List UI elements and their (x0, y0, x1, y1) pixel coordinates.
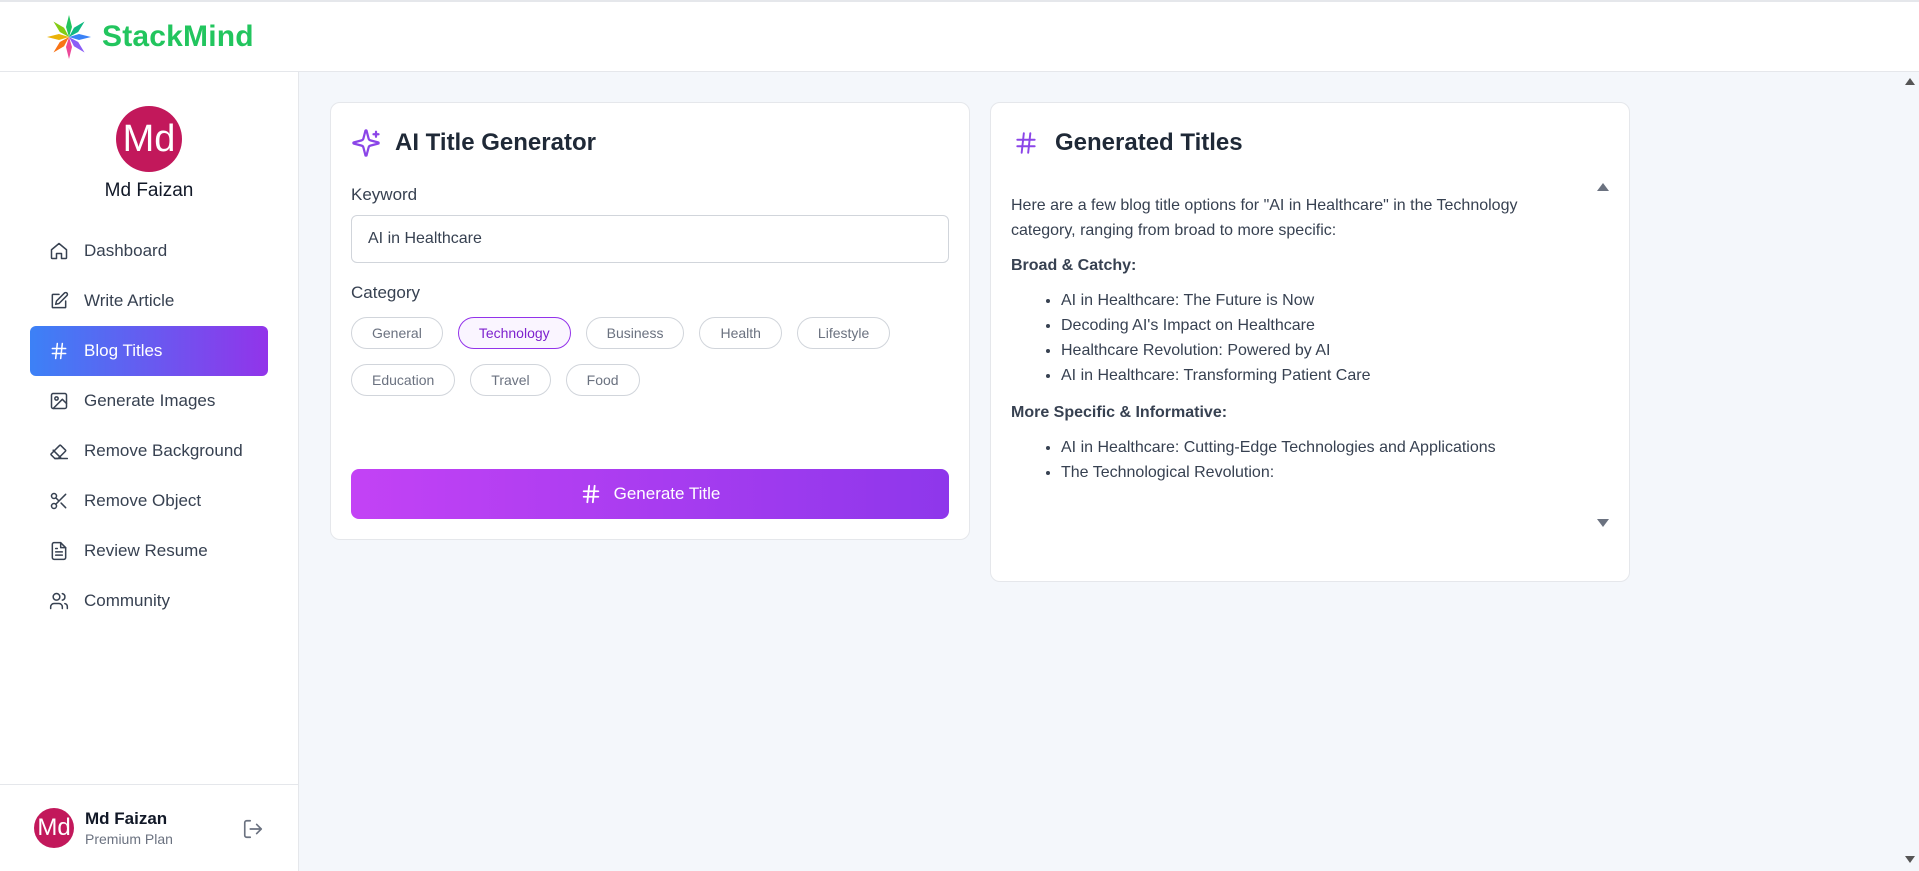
sidebar-item-remove-object[interactable]: Remove Object (30, 476, 268, 526)
card-header: Generated Titles (1011, 125, 1609, 161)
user-plan: Premium Plan (85, 831, 173, 847)
sidebar-item-label: Community (84, 591, 170, 610)
edit-icon (48, 290, 70, 312)
scroll-down-icon[interactable] (1597, 519, 1609, 527)
generated-output[interactable]: Here are a few blog title options for "A… (1011, 177, 1611, 537)
card-title: AI Title Generator (395, 129, 596, 156)
top-bar: StackMind (0, 0, 1919, 72)
keyword-label: Keyword (351, 185, 418, 204)
keyword-input[interactable] (351, 215, 949, 263)
user-info: Md Faizan Premium Plan (85, 809, 173, 847)
sidebar-item-label: Generate Images (84, 391, 216, 410)
list-item: Decoding AI's Impact on Healthcare (1061, 313, 1581, 338)
scissors-icon (48, 490, 70, 512)
list-item: The Technological Revolution: (1061, 460, 1581, 485)
sparkles-icon (351, 128, 381, 158)
eraser-icon (48, 440, 70, 462)
title-list: AI in Healthcare: The Future is Now Deco… (1011, 288, 1581, 388)
scroll-down-icon[interactable] (1905, 856, 1915, 863)
category-chip-health[interactable]: Health (699, 317, 782, 349)
sidebar-item-review-resume[interactable]: Review Resume (30, 526, 268, 576)
section-heading: Broad & Catchy: (1011, 257, 1137, 274)
sidebar-item-blog-titles[interactable]: Blog Titles (30, 326, 268, 376)
sidebar-item-label: Remove Object (84, 491, 202, 510)
home-icon (48, 240, 70, 262)
logo-icon (47, 14, 91, 59)
category-chip-travel[interactable]: Travel (470, 364, 551, 396)
sidebar: Md Md Faizan Dashboard Write Article Blo… (0, 72, 299, 871)
output-content: Here are a few blog title options for "A… (1011, 177, 1581, 485)
scroll-up-icon[interactable] (1597, 183, 1609, 191)
sidebar-footer: Md Md Faizan Premium Plan (0, 784, 298, 871)
generated-titles-card: Generated Titles Here are a few blog tit… (990, 102, 1630, 582)
output-scrollbar[interactable] (1593, 177, 1611, 537)
title-list: AI in Healthcare: Cutting-Edge Technolog… (1011, 435, 1581, 485)
category-chip-general[interactable]: General (351, 317, 443, 349)
avatar[interactable]: Md (34, 808, 74, 848)
category-chip-education[interactable]: Education (351, 364, 456, 396)
users-icon (48, 590, 70, 612)
sidebar-item-label: Write Article (84, 291, 175, 310)
generate-title-label: Generate Title (613, 484, 721, 503)
file-text-icon (48, 540, 70, 562)
sidebar-item-community[interactable]: Community (30, 576, 268, 626)
sidebar-item-label: Dashboard (84, 241, 168, 260)
title-generator-card: AI Title Generator Keyword Category Gene… (330, 102, 970, 540)
profile: Md Md Faizan (0, 72, 298, 202)
output-intro: Here are a few blog title options for "A… (1011, 197, 1518, 239)
sidebar-item-generate-images[interactable]: Generate Images (30, 376, 268, 426)
sidebar-nav: Dashboard Write Article Blog Titles Gene… (0, 226, 298, 626)
sidebar-item-dashboard[interactable]: Dashboard (30, 226, 268, 276)
generate-title-button[interactable]: Generate Title (351, 469, 949, 519)
page-scrollbar[interactable] (1902, 72, 1919, 871)
category-chip-lifestyle[interactable]: Lifestyle (796, 317, 891, 349)
sidebar-item-remove-background[interactable]: Remove Background (30, 426, 268, 476)
category-chip-technology[interactable]: Technology (457, 317, 571, 349)
sidebar-item-label: Blog Titles (84, 341, 163, 360)
profile-name: Md Faizan (104, 180, 194, 201)
sidebar-item-label: Remove Background (84, 441, 243, 460)
avatar[interactable]: Md (116, 106, 182, 172)
sidebar-item-write-article[interactable]: Write Article (30, 276, 268, 326)
list-item: AI in Healthcare: Cutting-Edge Technolog… (1061, 435, 1581, 460)
category-chip-food[interactable]: Food (565, 364, 640, 396)
scroll-up-icon[interactable] (1905, 78, 1915, 85)
list-item: AI in Healthcare: Transforming Patient C… (1061, 363, 1581, 388)
section-heading: More Specific & Informative: (1011, 404, 1228, 421)
logout-icon[interactable] (242, 818, 264, 840)
list-item: Healthcare Revolution: Powered by AI (1061, 338, 1581, 363)
category-chip-business[interactable]: Business (585, 317, 685, 349)
card-title: Generated Titles (1055, 129, 1243, 156)
hash-icon (582, 484, 599, 504)
category-label: Category (351, 283, 420, 302)
hash-icon (1011, 128, 1041, 158)
hash-icon (48, 340, 70, 362)
sidebar-item-label: Review Resume (84, 541, 208, 560)
image-icon (48, 390, 70, 412)
app-name[interactable]: StackMind (102, 20, 254, 54)
card-header: AI Title Generator (351, 125, 949, 161)
user-name: Md Faizan (85, 809, 168, 828)
category-chips: General Technology Business Health Lifes… (351, 317, 911, 411)
list-item: AI in Healthcare: The Future is Now (1061, 288, 1581, 313)
